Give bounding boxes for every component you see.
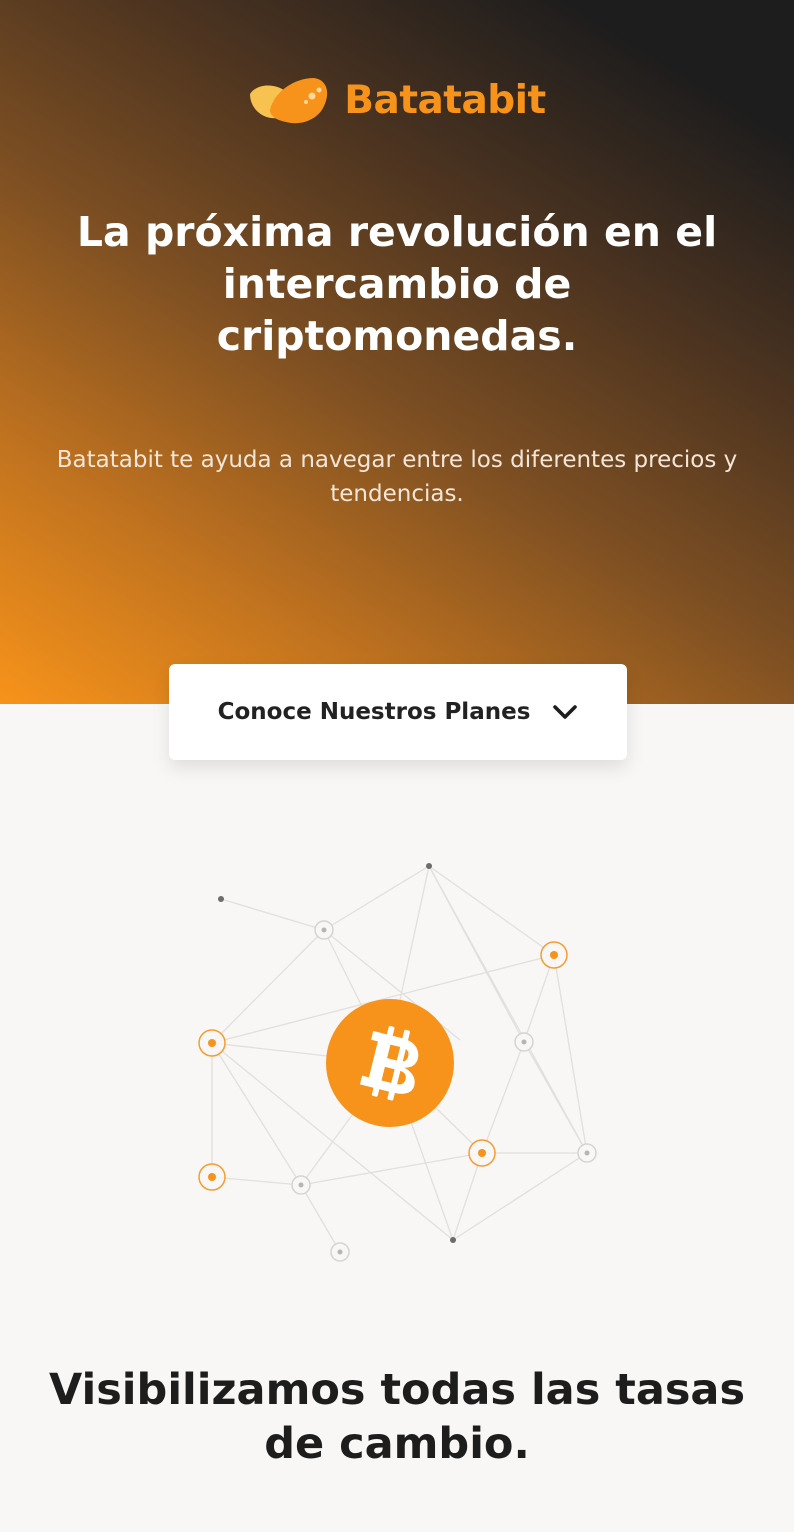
- network-node-icon-active: [540, 941, 568, 969]
- bitcoin-icon: [326, 999, 454, 1127]
- network-node-icon: [314, 920, 334, 940]
- network-node-icon-active: [468, 1139, 496, 1167]
- chevron-down-icon: [553, 705, 578, 719]
- network-node: [450, 1237, 456, 1243]
- hero-title: La próxima revolución en el intercambio …: [76, 208, 718, 360]
- network-node-icon: [577, 1143, 597, 1163]
- brand-logo[interactable]: Batatabit: [0, 74, 794, 126]
- network-node-icon: [514, 1032, 534, 1052]
- hero-header: Batatabit La próxima revolución en el in…: [0, 0, 794, 704]
- brand-name: Batatabit: [344, 77, 546, 123]
- network-node: [218, 896, 224, 902]
- bitcoin-network-illustration: [198, 863, 597, 1262]
- network-node: [426, 863, 432, 869]
- network-node-icon-active: [198, 1029, 226, 1057]
- plans-button[interactable]: Conoce Nuestros Planes: [169, 664, 627, 760]
- network-node-icon: [291, 1175, 311, 1195]
- network-node-icon-active: [198, 1163, 226, 1191]
- plans-button-label: Conoce Nuestros Planes: [217, 699, 531, 725]
- section-title: Visibilizamos todas las tasas de cambio.: [48, 1365, 746, 1469]
- hero-subtitle: Batatabit te ayuda a navegar entre los d…: [56, 447, 738, 507]
- potato-chip-icon: [250, 78, 328, 124]
- network-node-icon: [330, 1242, 350, 1262]
